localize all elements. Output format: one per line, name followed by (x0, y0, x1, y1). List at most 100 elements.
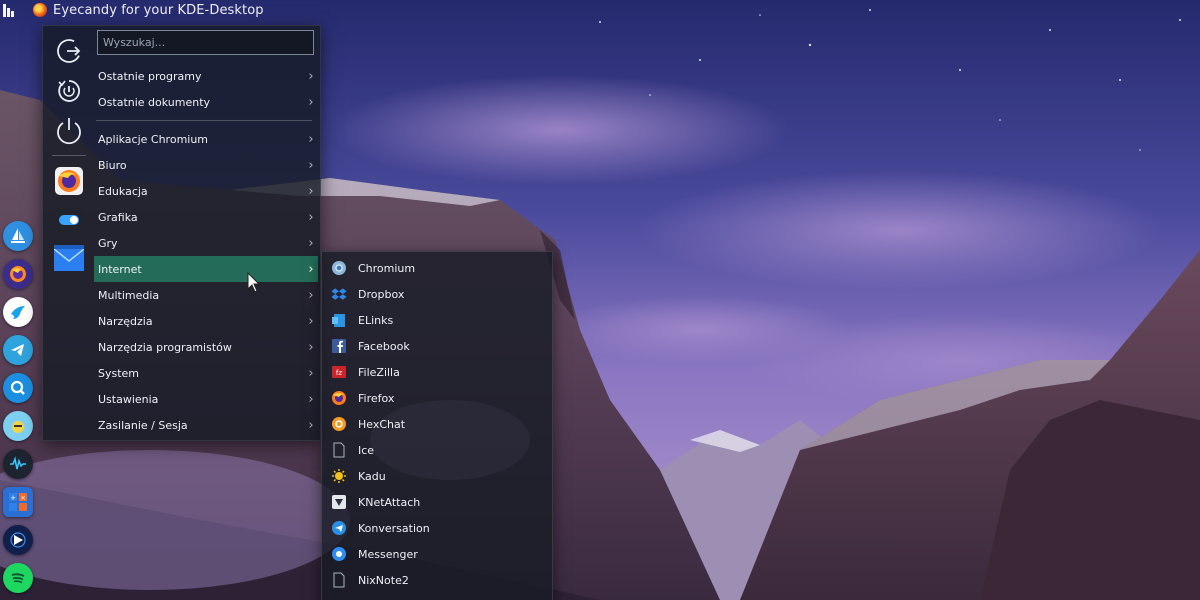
menu-item-recent-apps[interactable]: Ostatnie programy › (94, 63, 318, 89)
category-label: Ustawienia (98, 392, 159, 406)
svg-text:fz: fz (336, 369, 342, 377)
app-ice[interactable]: Ice (326, 437, 548, 463)
firefox-icon (33, 3, 47, 17)
chevron-right-icon: › (308, 391, 314, 407)
app-label: Konversation (358, 521, 430, 535)
app-label: KNetAttach (358, 495, 421, 509)
ice-icon (331, 442, 347, 458)
category-education[interactable]: Edukacja › (94, 178, 318, 204)
menu-separator (96, 120, 312, 121)
app-label: Kadu (358, 469, 386, 483)
app-knetattach[interactable]: KNetAttach (326, 489, 548, 515)
favorite-mail-icon[interactable] (53, 244, 85, 276)
nixnote-icon (331, 572, 347, 588)
app-konversation[interactable]: Konversation (326, 515, 548, 541)
menu-sidebar (43, 26, 93, 440)
category-label: Grafika (98, 210, 138, 224)
restart-icon[interactable] (53, 75, 85, 107)
svg-text:×: × (20, 494, 26, 502)
category-internet[interactable]: Internet › (94, 256, 318, 282)
internet-submenu: Chromium Dropbox ELinks Facebook fz File… (321, 251, 553, 600)
app-label: Chromium (358, 261, 416, 275)
sailboat-app-icon[interactable] (3, 221, 33, 251)
audio-wave-icon[interactable] (3, 449, 33, 479)
app-firefox[interactable]: Firefox (326, 385, 548, 411)
facebook-icon (331, 338, 347, 354)
chevron-right-icon: › (308, 157, 314, 173)
category-multimedia[interactable]: Multimedia › (94, 282, 318, 308)
telegram-icon[interactable] (3, 335, 33, 365)
category-settings[interactable]: Ustawienia › (94, 386, 318, 412)
chevron-right-icon: › (308, 209, 314, 225)
app-label: Messenger (358, 547, 418, 561)
app-label: Ice (358, 443, 375, 457)
hexchat-icon (331, 416, 347, 432)
search-app-icon[interactable] (3, 373, 33, 403)
app-messenger[interactable]: Messenger (326, 541, 548, 567)
app-chromium[interactable]: Chromium (326, 255, 548, 281)
knetattach-icon (331, 494, 347, 510)
menu-item-label: Ostatnie programy (98, 69, 202, 83)
spotify-icon[interactable] (3, 563, 33, 593)
category-label: Edukacja (98, 184, 148, 198)
app-label: HexChat (358, 417, 406, 431)
category-graphics[interactable]: Grafika › (94, 204, 318, 230)
category-label: Narzędzia (98, 314, 153, 328)
app-filezilla[interactable]: fz FileZilla (326, 359, 548, 385)
chromium-icon (331, 260, 347, 276)
kadu-icon (331, 468, 347, 484)
media-player-icon[interactable] (3, 525, 33, 555)
app-dropbox[interactable]: Dropbox (326, 281, 548, 307)
app-elinks[interactable]: ELinks (326, 307, 548, 333)
calculator-icon[interactable]: + × (3, 487, 33, 517)
app-label: Firefox (358, 391, 395, 405)
chevron-right-icon: › (308, 235, 314, 251)
app-label: Facebook (358, 339, 410, 353)
category-tools[interactable]: Narzędzia › (94, 308, 318, 334)
app-label: ELinks (358, 313, 394, 327)
mouse-cursor-icon (247, 272, 261, 293)
application-menu: Ostatnie programy › Ostatnie dokumenty ›… (42, 25, 321, 441)
konversation-icon (331, 520, 347, 536)
category-power-session[interactable]: Zasilanie / Sesja › (94, 412, 318, 438)
category-system[interactable]: System › (94, 360, 318, 386)
active-window-task[interactable]: Eyecandy for your KDE-Desktop (33, 0, 264, 20)
category-games[interactable]: Gry › (94, 230, 318, 256)
menu-item-label: Ostatnie dokumenty (98, 95, 211, 109)
category-label: Internet (98, 262, 142, 276)
favorite-firefox-icon[interactable] (53, 165, 85, 197)
chevron-right-icon: › (308, 94, 314, 110)
category-developer-tools[interactable]: Narzędzia programistów › (94, 334, 318, 360)
search-input[interactable] (97, 30, 314, 55)
favorite-toggle-icon[interactable] (53, 204, 85, 236)
elinks-icon (331, 312, 347, 328)
category-label: Zasilanie / Sesja (98, 418, 188, 432)
emoji-app-icon[interactable] (3, 411, 33, 441)
logout-icon[interactable] (53, 35, 85, 67)
category-label: Gry (98, 236, 118, 250)
chevron-right-icon: › (308, 365, 314, 381)
firefox-dock-icon[interactable] (3, 259, 33, 289)
shutdown-icon[interactable] (53, 114, 85, 146)
messenger-icon (331, 546, 347, 562)
category-label: System (98, 366, 140, 380)
chevron-right-icon: › (308, 313, 314, 329)
menu-item-recent-documents[interactable]: Ostatnie dokumenty › (94, 89, 318, 115)
category-chromium-apps[interactable]: Aplikacje Chromium › (94, 126, 318, 152)
app-nixnote2[interactable]: NixNote2 (326, 567, 548, 593)
category-office[interactable]: Biuro › (94, 152, 318, 178)
bird-app-icon[interactable] (3, 297, 33, 327)
app-label: NixNote2 (358, 573, 409, 587)
window-title: Eyecandy for your KDE-Desktop (53, 2, 264, 18)
chevron-right-icon: › (308, 183, 314, 199)
app-facebook[interactable]: Facebook (326, 333, 548, 359)
chevron-right-icon: › (308, 68, 314, 84)
application-launcher-icon[interactable] (1, 1, 17, 19)
chevron-right-icon: › (308, 417, 314, 433)
app-hexchat[interactable]: HexChat (326, 411, 548, 437)
app-label: FileZilla (358, 365, 400, 379)
filezilla-icon: fz (331, 364, 347, 380)
chevron-right-icon: › (308, 131, 314, 147)
app-kadu[interactable]: Kadu (326, 463, 548, 489)
category-label: Narzędzia programistów (98, 340, 232, 354)
